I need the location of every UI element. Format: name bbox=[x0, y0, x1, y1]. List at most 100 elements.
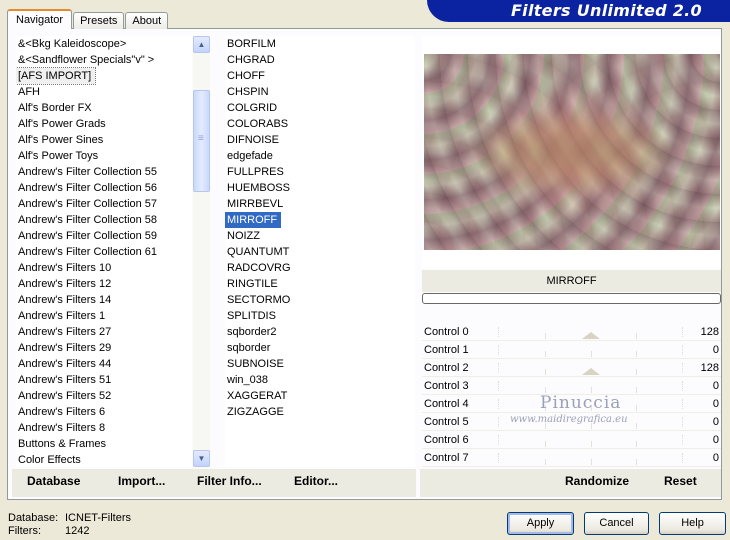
slider-handle[interactable] bbox=[581, 332, 600, 339]
filter-item[interactable]: RINGTILE bbox=[225, 276, 415, 292]
randomize-button[interactable]: Randomize bbox=[565, 474, 629, 488]
filter-info-button[interactable]: Filter Info... bbox=[197, 474, 262, 488]
category-item[interactable]: [AFS IMPORT] bbox=[16, 67, 97, 85]
control-slider[interactable] bbox=[498, 435, 683, 447]
slider-tick bbox=[636, 441, 638, 447]
filter-item[interactable]: CHOFF bbox=[225, 68, 415, 84]
filter-name-display: MIRROFF bbox=[422, 270, 721, 292]
import-button[interactable]: Import... bbox=[118, 474, 165, 488]
category-item[interactable]: Andrew's Filter Collection 59 bbox=[16, 228, 192, 244]
filter-item[interactable]: FULLPRES bbox=[225, 164, 415, 180]
control-label: Control 6 bbox=[424, 434, 469, 446]
filter-item[interactable]: COLORABS bbox=[225, 116, 415, 132]
slider-handle[interactable] bbox=[581, 368, 600, 375]
category-item[interactable]: Andrew's Filters 52 bbox=[16, 388, 192, 404]
category-item[interactable]: Alf's Border FX bbox=[16, 100, 192, 116]
category-item[interactable]: Alf's Power Grads bbox=[16, 116, 192, 132]
control-row: Control 2 128 bbox=[422, 359, 721, 377]
tab-presets[interactable]: Presets bbox=[73, 12, 125, 29]
editor-button[interactable]: Editor... bbox=[294, 474, 338, 488]
category-item[interactable]: Andrew's Filters 12 bbox=[16, 276, 192, 292]
slider-tick bbox=[590, 351, 592, 357]
category-item[interactable]: Andrew's Filters 10 bbox=[16, 260, 192, 276]
control-slider[interactable] bbox=[498, 345, 683, 357]
scroll-down-button[interactable]: ▼ bbox=[193, 450, 210, 467]
filter-item[interactable]: SPLITDIS bbox=[225, 308, 415, 324]
filter-item[interactable]: RADCOVRG bbox=[225, 260, 415, 276]
cancel-button[interactable]: Cancel bbox=[584, 512, 649, 535]
filter-item[interactable]: MIRRBEVL bbox=[225, 196, 415, 212]
filter-item[interactable]: win_038 bbox=[225, 372, 415, 388]
slider-tick bbox=[544, 333, 546, 339]
app-title: Filters Unlimited 2.0 bbox=[510, 1, 702, 20]
scroll-thumb[interactable] bbox=[193, 90, 210, 192]
control-slider[interactable] bbox=[498, 453, 683, 465]
filter-list[interactable]: BORFILM CHGRAD CHOFF CHSPIN COLGRID COLORABS D… bbox=[225, 36, 415, 467]
category-item[interactable]: Alf's Power Toys bbox=[16, 148, 192, 164]
category-list[interactable]: &<Bkg Kaleidoscope> &<Sandflower Specials… bbox=[16, 36, 192, 467]
category-item[interactable]: Andrew's Filters 6 bbox=[16, 404, 192, 420]
category-item[interactable]: &<Sandflower Specials"v" > bbox=[16, 52, 192, 68]
scroll-up-button[interactable]: ▲ bbox=[193, 36, 210, 53]
category-item[interactable]: Andrew's Filter Collection 56 bbox=[16, 180, 192, 196]
filter-item[interactable]: QUANTUMT bbox=[225, 244, 415, 260]
category-item[interactable]: Andrew's Filter Collection 57 bbox=[16, 196, 192, 212]
category-item[interactable]: Color Effects bbox=[16, 452, 192, 467]
category-scrollbar[interactable]: ▲ ▼ bbox=[193, 36, 210, 467]
category-item[interactable]: Andrew's Filters 1 bbox=[16, 308, 192, 324]
filter-item[interactable]: XAGGERAT bbox=[225, 388, 415, 404]
slider-tick bbox=[636, 423, 638, 429]
slider-tick bbox=[544, 369, 546, 375]
control-slider[interactable] bbox=[498, 381, 683, 393]
filter-item[interactable]: DIFNOISE bbox=[225, 132, 415, 148]
slider-tick bbox=[636, 387, 638, 393]
filter-item[interactable]: BORFILM bbox=[225, 36, 415, 52]
category-item[interactable]: Andrew's Filters 14 bbox=[16, 292, 192, 308]
filter-item[interactable]: sqborder2 bbox=[225, 324, 415, 340]
category-item[interactable]: Alf's Power Sines bbox=[16, 132, 192, 148]
category-item[interactable]: Andrew's Filters 29 bbox=[16, 340, 192, 356]
category-item[interactable]: Andrew's Filters 51 bbox=[16, 372, 192, 388]
control-value: 0 bbox=[712, 344, 719, 356]
filter-item[interactable]: edgefade bbox=[225, 148, 415, 164]
category-item[interactable]: Andrew's Filter Collection 55 bbox=[16, 164, 192, 180]
watermark-url: www.maidiregrafica.eu bbox=[510, 414, 628, 425]
slider-tick bbox=[544, 459, 546, 465]
filter-item[interactable]: CHSPIN bbox=[225, 84, 415, 100]
filter-item[interactable]: HUEMBOSS bbox=[225, 180, 415, 196]
control-value: 0 bbox=[712, 452, 719, 464]
help-button[interactable]: Help bbox=[659, 512, 726, 535]
control-label: Control 5 bbox=[424, 416, 469, 428]
category-item[interactable]: Andrew's Filters 8 bbox=[16, 420, 192, 436]
filter-item[interactable]: sqborder bbox=[225, 340, 415, 356]
filter-item[interactable]: ZIGZAGGE bbox=[225, 404, 415, 420]
category-item[interactable]: Andrew's Filter Collection 58 bbox=[16, 212, 192, 228]
control-label: Control 3 bbox=[424, 380, 469, 392]
category-item[interactable]: Andrew's Filters 27 bbox=[16, 324, 192, 340]
control-slider[interactable] bbox=[498, 363, 683, 375]
filter-item[interactable]: MIRROFF bbox=[225, 212, 282, 228]
slider-tick bbox=[636, 351, 638, 357]
control-slider[interactable] bbox=[498, 327, 683, 339]
reset-button[interactable]: Reset bbox=[664, 474, 697, 488]
database-button[interactable]: Database bbox=[27, 474, 80, 488]
category-item[interactable]: Andrew's Filter Collection 61 bbox=[16, 244, 192, 260]
control-value: 128 bbox=[700, 362, 719, 374]
category-item[interactable]: &<Bkg Kaleidoscope> bbox=[16, 36, 192, 52]
category-item[interactable]: Buttons & Frames bbox=[16, 436, 192, 452]
tab-navigator[interactable]: Navigator bbox=[7, 9, 73, 29]
category-item[interactable]: AFH bbox=[16, 84, 192, 100]
filter-item[interactable]: NOIZZ bbox=[225, 228, 415, 244]
filter-item[interactable]: CHGRAD bbox=[225, 52, 415, 68]
database-label: Database: bbox=[8, 512, 59, 524]
slider-tick bbox=[636, 369, 638, 375]
filter-item[interactable]: SUBNOISE bbox=[225, 356, 415, 372]
apply-button[interactable]: Apply bbox=[507, 512, 574, 535]
slider-tick bbox=[636, 405, 638, 411]
filter-item[interactable]: SECTORMO bbox=[225, 292, 415, 308]
category-item[interactable]: Andrew's Filters 44 bbox=[16, 356, 192, 372]
filter-item[interactable]: COLGRID bbox=[225, 100, 415, 116]
tab-about[interactable]: About bbox=[125, 12, 169, 29]
tab-strip: Navigator Presets About bbox=[7, 9, 169, 29]
control-value: 128 bbox=[700, 326, 719, 338]
